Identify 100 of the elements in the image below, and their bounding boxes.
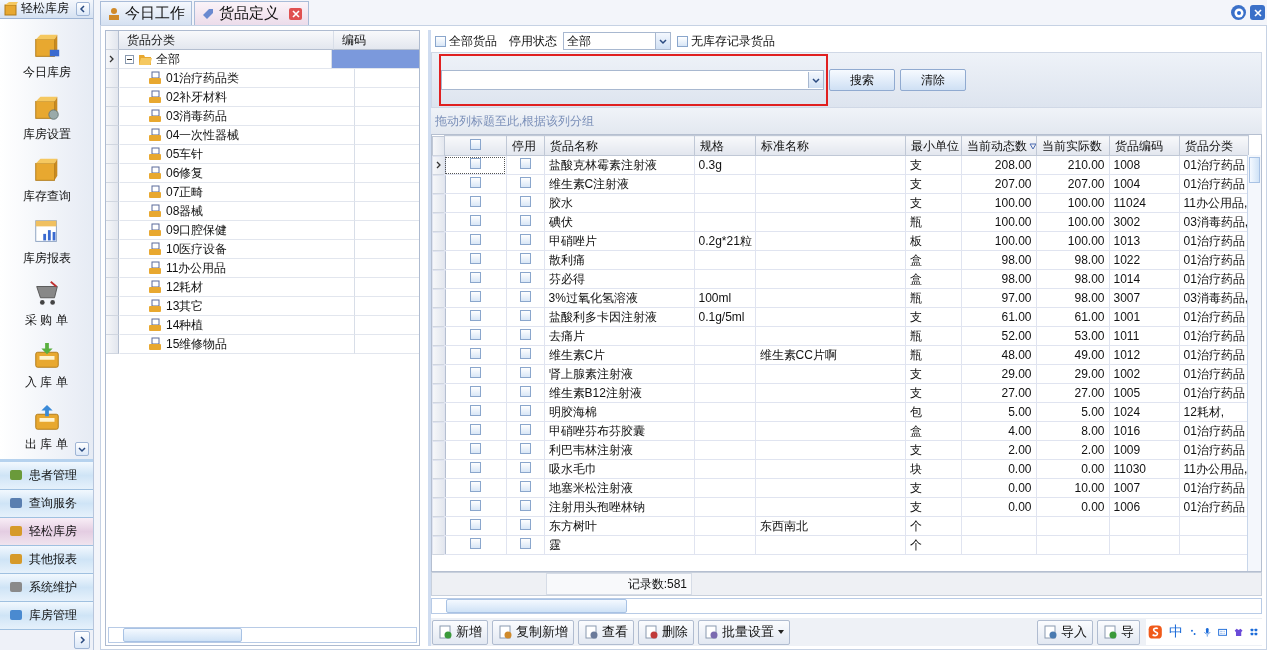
table-cell: 207.00	[994, 176, 1032, 191]
column-header[interactable]: 停用	[506, 135, 544, 156]
group-button[interactable]: 查询服务	[0, 489, 93, 518]
column-header[interactable]: 规格	[694, 135, 755, 156]
row-checkbox[interactable]	[469, 347, 481, 359]
toolbar-button[interactable]: 复制新增	[492, 619, 574, 645]
row-checkbox[interactable]	[469, 214, 481, 226]
nav-item[interactable]: 库存查询	[0, 148, 93, 211]
tree-node[interactable]: 15维修物品	[119, 335, 355, 354]
tree-node[interactable]: 12耗材	[119, 278, 355, 297]
row-checkbox[interactable]	[469, 518, 481, 530]
ime-toolbar[interactable]: 中	[1146, 619, 1262, 645]
row-checkbox[interactable]	[469, 290, 481, 302]
nav-item[interactable]: 今日库房	[0, 24, 93, 87]
group-button[interactable]: 患者管理	[0, 461, 93, 490]
checkbox[interactable]: 无库存记录货品	[677, 32, 775, 50]
horizontal-scrollbar[interactable]	[431, 598, 1262, 614]
tree-node[interactable]: 05车针	[119, 145, 355, 164]
nav-item[interactable]: 库房报表	[0, 210, 93, 273]
row-checkbox[interactable]	[469, 537, 481, 549]
group-label: 查询服务	[29, 494, 77, 512]
vertical-scrollbar[interactable]	[1247, 155, 1261, 571]
table-cell: 1001	[1113, 309, 1141, 324]
column-header[interactable]: 货品编码	[1109, 135, 1179, 156]
search-button[interactable]: 搜索	[829, 69, 895, 91]
row-checkbox[interactable]	[469, 176, 481, 188]
toolbar-button[interactable]: 导	[1097, 619, 1140, 645]
column-header[interactable]: 最小单位	[905, 135, 961, 156]
nav-item[interactable]: 入 库 单	[0, 334, 93, 397]
search-button[interactable]: 清除	[900, 69, 966, 91]
nav-item[interactable]: 库房设置	[0, 86, 93, 149]
close-tab-button[interactable]	[289, 7, 302, 20]
toolbar-button[interactable]: 查看	[578, 619, 634, 645]
expand-button[interactable]	[74, 630, 90, 649]
table-cell: 吸水毛巾	[548, 461, 597, 476]
table-cell: 27.00	[1074, 385, 1105, 400]
table-cell: 01治疗药品	[1183, 366, 1245, 381]
row-checkbox[interactable]	[469, 423, 481, 435]
column-header[interactable]: 当前动态数	[961, 135, 1036, 156]
row-checkbox[interactable]	[469, 442, 481, 454]
row-checkbox[interactable]	[469, 366, 481, 378]
column-header[interactable]: 当前实际数	[1036, 135, 1109, 156]
table-cell: 01治疗药品	[1183, 309, 1245, 324]
table-cell: 支	[909, 385, 922, 400]
search-field[interactable]	[441, 70, 824, 90]
column-header[interactable]: 标准名称	[755, 135, 905, 156]
row-checkbox[interactable]	[469, 271, 481, 283]
tab[interactable]: 货品定义	[194, 1, 309, 25]
row-checkbox[interactable]	[469, 404, 481, 416]
tree-node[interactable]: 11办公用品	[119, 259, 355, 278]
status-dropdown[interactable]: 全部	[563, 32, 671, 50]
help-button[interactable]	[1231, 5, 1246, 20]
group-button[interactable]: 系统维护	[0, 573, 93, 602]
column-header[interactable]: 货品分类	[119, 31, 334, 50]
scroll-down-button[interactable]	[74, 441, 89, 456]
collapse-button[interactable]	[76, 1, 90, 16]
table-cell: 1007	[1113, 480, 1141, 495]
table-cell: 1014	[1113, 271, 1141, 286]
tree-node[interactable]: 06修复	[119, 164, 355, 183]
table-cell: 100.00	[1067, 214, 1105, 229]
column-header[interactable]: 货品分类	[1179, 135, 1248, 156]
nav-label: 库房报表	[22, 249, 71, 267]
row-checkbox[interactable]	[469, 157, 481, 169]
row-checkbox[interactable]	[469, 233, 481, 245]
tree-node[interactable]: 07正畸	[119, 183, 355, 202]
tree-node[interactable]: 13其它	[119, 297, 355, 316]
tree-node[interactable]: 01治疗药品类	[119, 69, 355, 88]
toolbar-button[interactable]: 批量设置	[698, 619, 790, 645]
tree-node[interactable]: 14种植	[119, 316, 355, 335]
nav-item[interactable]: 出 库 单	[0, 396, 93, 459]
horizontal-scrollbar[interactable]	[108, 627, 417, 643]
printer-icon	[148, 166, 162, 180]
tree-node[interactable]: 10医疗设备	[119, 240, 355, 259]
group-button[interactable]: 其他报表	[0, 545, 93, 574]
tree-node[interactable]: 09口腔保健	[119, 221, 355, 240]
row-checkbox[interactable]	[469, 480, 481, 492]
tree-node[interactable]: 03消毒药品	[119, 107, 355, 126]
row-checkbox[interactable]	[469, 309, 481, 321]
group-button[interactable]: 库房管理	[0, 601, 93, 630]
row-checkbox[interactable]	[469, 385, 481, 397]
checkbox[interactable]: 全部货品	[435, 32, 497, 50]
toolbar-button[interactable]: 新增	[432, 619, 488, 645]
tree-node[interactable]: 全部	[119, 50, 332, 69]
toolbar-button[interactable]: 导入	[1037, 619, 1093, 645]
tree-node[interactable]: 08器械	[119, 202, 355, 221]
toolbar-button[interactable]: 删除	[638, 619, 694, 645]
column-header[interactable]: 货品名称	[544, 135, 694, 156]
row-header[interactable]	[106, 50, 119, 69]
table-cell: 甲硝唑芬布芬胶囊	[548, 423, 645, 438]
row-checkbox[interactable]	[469, 195, 481, 207]
row-checkbox[interactable]	[469, 328, 481, 340]
group-button[interactable]: 轻松库房	[0, 517, 93, 546]
row-checkbox[interactable]	[469, 499, 481, 511]
row-checkbox[interactable]	[469, 461, 481, 473]
close-button[interactable]	[1250, 5, 1265, 20]
nav-item[interactable]: 采 购 单	[0, 272, 93, 335]
tree-node[interactable]: 02补牙材料	[119, 88, 355, 107]
tab[interactable]: 今日工作	[100, 1, 192, 25]
row-checkbox[interactable]	[469, 252, 481, 264]
tree-node[interactable]: 04一次性器械	[119, 126, 355, 145]
